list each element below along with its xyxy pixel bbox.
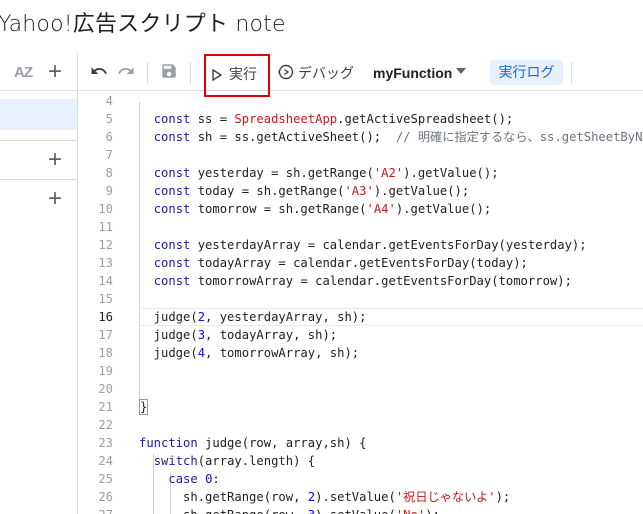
editor-toolbar: 実行 デバッグ myFunction 実行ログ xyxy=(79,54,643,97)
sort-az-icon[interactable]: AZ xyxy=(14,64,33,81)
line-number: 7 xyxy=(105,148,113,162)
add-library-plus-icon[interactable]: + xyxy=(48,148,62,172)
code-text: judge(4, tomorrowArray, sh); xyxy=(139,346,360,360)
code-line[interactable]: 27 sh.getRange(row, 3).setValue('No'); xyxy=(79,506,643,514)
code-text: judge(3, todayArray, sh); xyxy=(139,328,338,342)
code-text: const tomorrowArray = calendar.getEvents… xyxy=(153,274,572,288)
debug-button[interactable]: デバッグ xyxy=(298,63,354,83)
code-text: const tomorrow = sh.getRange('A4').getVa… xyxy=(153,202,492,216)
code-line[interactable]: 11 xyxy=(79,218,643,236)
sidebar-toolbar: AZ + xyxy=(0,54,78,91)
line-number: 13 xyxy=(98,256,113,270)
add-service-plus-icon[interactable]: + xyxy=(48,187,62,211)
toolbar-separator xyxy=(147,62,148,84)
undo-icon[interactable] xyxy=(90,62,108,83)
code-line[interactable]: 6 const sh = ss.getActiveSheet(); // 明確に… xyxy=(79,128,643,146)
code-editor[interactable]: 4 5 const ss = SpreadsheetApp.getActiveSp… xyxy=(79,92,643,514)
line-number: 14 xyxy=(98,274,113,288)
code-text: function judge(row, array,sh) { xyxy=(139,436,367,450)
line-number: 20 xyxy=(98,382,113,396)
code-text: sh.getRange(row, 2).setValue('祝日じゃないよ'); xyxy=(139,490,511,504)
line-number: 15 xyxy=(98,292,113,306)
code-text: judge(2, yesterdayArray, sh); xyxy=(139,310,367,324)
code-line[interactable]: 18 judge(4, tomorrowArray, sh); xyxy=(79,344,643,362)
code-text: case 0: xyxy=(168,472,220,486)
toolbar-separator xyxy=(571,62,572,84)
code-text: const sh = ss.getActiveSheet(); // 明確に指定… xyxy=(153,130,643,144)
code-text: const today = sh.getRange('A3').getValue… xyxy=(153,184,470,198)
line-number: 22 xyxy=(98,418,113,432)
code-line[interactable]: 7 xyxy=(79,146,643,164)
run-button[interactable]: 実行 xyxy=(229,64,257,84)
code-text: const ss = SpreadsheetApp.getActiveSprea… xyxy=(153,112,514,126)
toolbar-separator xyxy=(190,62,191,84)
code-line[interactable]: 16 judge(2, yesterdayArray, sh); xyxy=(79,308,643,326)
code-line[interactable]: 19 xyxy=(79,362,643,380)
save-icon[interactable] xyxy=(160,62,178,83)
line-number: 24 xyxy=(98,454,113,468)
code-line[interactable]: 12 const yesterdayArray = calendar.getEv… xyxy=(79,236,643,254)
line-number: 11 xyxy=(98,220,113,234)
sidebar-divider xyxy=(0,179,77,180)
execution-log-button[interactable]: 実行ログ xyxy=(490,60,563,85)
code-line[interactable]: 5 const ss = SpreadsheetApp.getActiveSpr… xyxy=(79,110,643,128)
play-icon xyxy=(212,67,223,84)
code-line[interactable]: 8 const yesterday = sh.getRange('A2').ge… xyxy=(79,164,643,182)
code-line[interactable]: 24 switch(array.length) { xyxy=(79,452,643,470)
debug-icon xyxy=(278,64,294,83)
code-line[interactable]: 17 judge(3, todayArray, sh); xyxy=(79,326,643,344)
function-select[interactable]: myFunction xyxy=(373,65,452,81)
code-line[interactable]: 25 case 0: xyxy=(79,470,643,488)
sidebar-item-selected[interactable] xyxy=(0,99,77,130)
line-number: 16 xyxy=(98,310,113,324)
line-number: 19 xyxy=(98,364,113,378)
code-line[interactable]: 20 xyxy=(79,380,643,398)
line-number: 25 xyxy=(98,472,113,486)
line-number: 27 xyxy=(79,506,113,514)
code-line[interactable]: 13 const todayArray = calendar.getEvents… xyxy=(79,254,643,272)
line-number: 9 xyxy=(105,184,113,198)
code-text: switch(array.length) { xyxy=(153,454,316,468)
line-number: 5 xyxy=(105,112,113,126)
code-line[interactable]: 15 xyxy=(79,290,643,308)
line-number: 26 xyxy=(98,490,113,504)
code-text: const yesterday = sh.getRange('A2').getV… xyxy=(153,166,499,180)
line-number: 6 xyxy=(105,130,113,144)
line-number: 17 xyxy=(98,328,113,342)
code-text: const yesterdayArray = calendar.getEvent… xyxy=(153,238,587,252)
code-text: } xyxy=(139,399,149,415)
page-title: Yahoo!広告スクリプト note xyxy=(0,12,286,37)
sidebar-divider xyxy=(0,140,77,141)
line-number: 23 xyxy=(98,436,113,450)
line-number: 21 xyxy=(98,400,113,414)
file-sidebar: AZ + + + xyxy=(0,54,78,514)
code-line[interactable]: 14 const tomorrowArray = calendar.getEve… xyxy=(79,272,643,290)
line-number: 10 xyxy=(98,202,113,216)
code-line[interactable]: 10 const tomorrow = sh.getRange('A4').ge… xyxy=(79,200,643,218)
code-line[interactable]: 4 xyxy=(79,92,643,110)
line-number: 12 xyxy=(98,238,113,252)
code-line[interactable]: 26 sh.getRange(row, 2).setValue('祝日じゃないよ… xyxy=(79,488,643,506)
code-text: const todayArray = calendar.getEventsFor… xyxy=(153,256,528,270)
line-number: 18 xyxy=(98,346,113,360)
line-number: 8 xyxy=(105,166,113,180)
chevron-down-icon[interactable] xyxy=(456,68,466,74)
add-file-plus-icon[interactable]: + xyxy=(48,60,62,84)
code-line[interactable]: 21} xyxy=(79,398,643,416)
code-text: sh.getRange(row, 3).setValue('No'); xyxy=(139,506,440,514)
code-line[interactable]: 9 const today = sh.getRange('A3').getVal… xyxy=(79,182,643,200)
redo-icon[interactable] xyxy=(117,62,135,83)
code-line[interactable]: 23 function judge(row, array,sh) { xyxy=(79,434,643,452)
code-line[interactable]: 22 xyxy=(79,416,643,434)
line-number: 4 xyxy=(105,94,113,108)
